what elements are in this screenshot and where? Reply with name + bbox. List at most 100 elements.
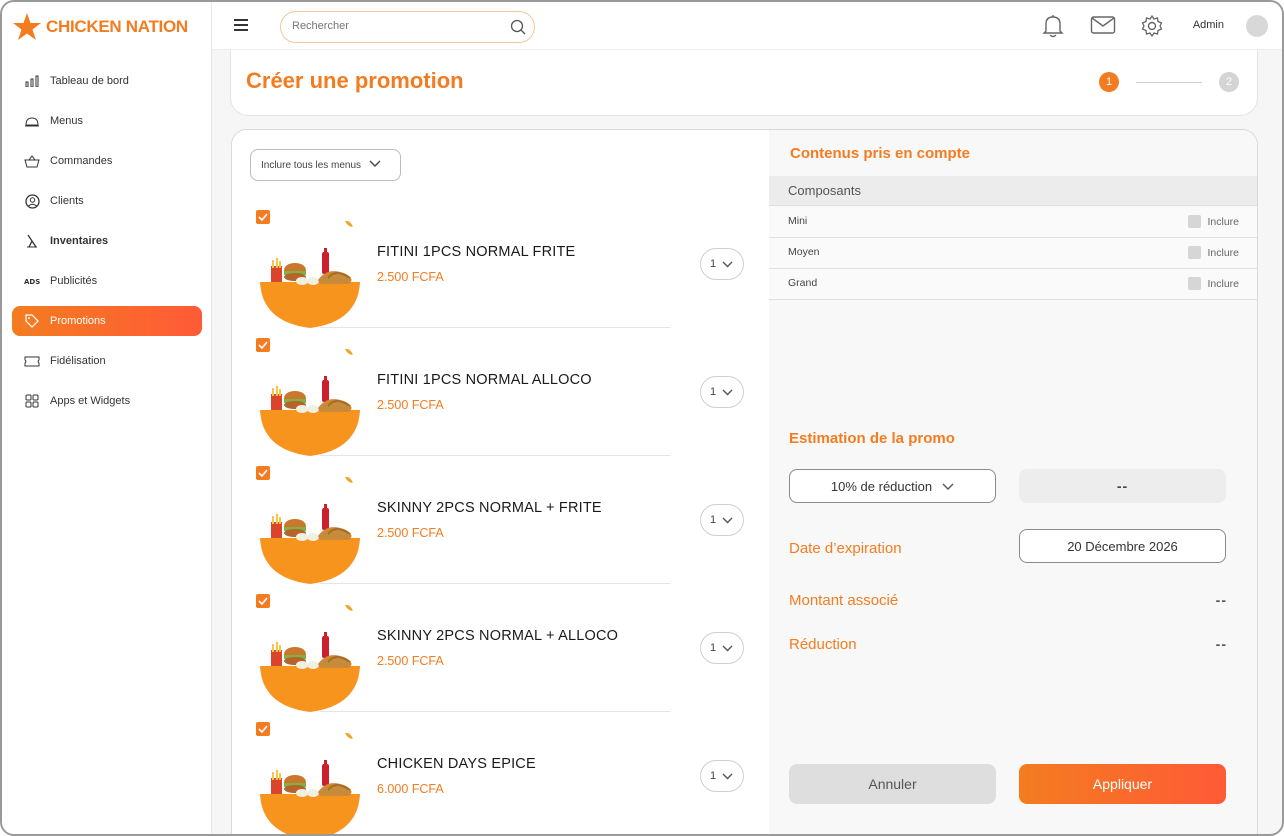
- component-name: Moyen: [788, 246, 820, 258]
- sidebar-item-label: Publicités: [50, 275, 98, 287]
- checkmark-icon: [258, 213, 268, 221]
- promo-settings-pane: Contenus pris en compte Composants Mini …: [769, 130, 1257, 834]
- chevron-down-icon: [722, 389, 733, 395]
- reduction-value: --: [1215, 636, 1227, 652]
- chevron-down-icon: [722, 645, 733, 651]
- bell-icon[interactable]: [1042, 14, 1064, 43]
- leaf-icon: [344, 472, 356, 490]
- tag-icon: [24, 313, 40, 329]
- checkmark-icon: [258, 341, 268, 349]
- quantity-value: 1: [710, 258, 717, 270]
- sidebar-item-inventaires[interactable]: Inventaires: [12, 226, 202, 256]
- item-divider: [320, 327, 670, 328]
- quantity-select[interactable]: 1: [700, 248, 744, 280]
- menu-item-image: [260, 376, 360, 456]
- checkmark-icon: [258, 725, 268, 733]
- sidebar-item-label: Menus: [50, 115, 84, 127]
- cloche-icon: [24, 113, 40, 129]
- menu-list-pane: Inclure tous les menus FITINI 1PCS NORMA…: [232, 130, 769, 834]
- component-row: Mini Inclure: [769, 207, 1257, 238]
- menu-filter-label: Inclure tous les menus: [261, 159, 362, 171]
- sidebar-item-menus[interactable]: Menus: [12, 106, 202, 136]
- menu-item-checkbox[interactable]: [256, 210, 270, 224]
- sidebar-item-label: Inventaires: [50, 235, 109, 247]
- sidebar-item-tableau-de-bord[interactable]: Tableau de bord: [12, 66, 202, 96]
- cancel-button[interactable]: Annuler: [789, 764, 996, 804]
- sidebar-item-commandes[interactable]: Commandes: [12, 146, 202, 176]
- ads-icon: ADS: [24, 273, 40, 289]
- menu-item-checkbox[interactable]: [256, 466, 270, 480]
- sidebar-item-publicites[interactable]: ADS Publicités: [12, 266, 202, 296]
- sidebar-item-promotions[interactable]: Promotions: [12, 306, 202, 336]
- inventory-icon: [24, 233, 40, 249]
- checkbox-icon[interactable]: [1188, 215, 1202, 228]
- apply-button[interactable]: Appliquer: [1019, 764, 1226, 804]
- sidebar-item-label: Clients: [50, 195, 84, 207]
- menu-filter-dropdown[interactable]: Inclure tous les menus: [250, 149, 401, 181]
- quantity-select[interactable]: 1: [700, 376, 744, 408]
- avatar[interactable]: [1246, 15, 1268, 37]
- discount-value: 10% de réduction: [830, 478, 933, 494]
- menu-item: CHICKEN DAYS EPICE 6.000 FCFA 1: [232, 722, 769, 834]
- page-title: Créer une promotion: [246, 68, 464, 93]
- quantity-value: 1: [710, 770, 717, 782]
- menu-item-checkbox[interactable]: [256, 338, 270, 352]
- menu-item: FITINI 1PCS NORMAL FRITE 2.500 FCFA 1: [232, 210, 769, 338]
- mail-icon[interactable]: [1090, 14, 1116, 41]
- include-label: Inclure: [1207, 215, 1239, 228]
- discount-select[interactable]: 10% de réduction: [789, 469, 996, 503]
- checkbox-icon[interactable]: [1188, 246, 1202, 259]
- chevron-down-icon: [369, 160, 381, 171]
- checkbox-icon[interactable]: [1188, 277, 1202, 290]
- ticket-icon: [24, 353, 40, 369]
- promotion-form-card: Inclure tous les menus FITINI 1PCS NORMA…: [231, 129, 1258, 834]
- component-row: Moyen Inclure: [769, 238, 1257, 269]
- checkmark-icon: [258, 469, 268, 477]
- sidebar-item-apps-et-widgets[interactable]: Apps et Widgets: [12, 386, 202, 416]
- basket-icon: [24, 153, 40, 169]
- app-frame: CHICKEN NATION Tableau de bord Menus Com…: [0, 0, 1284, 836]
- amount-label: Montant associé: [789, 592, 899, 609]
- settings-gear-icon[interactable]: [1140, 14, 1164, 43]
- menu-item-image: [260, 760, 360, 834]
- include-checkbox[interactable]: Inclure: [1188, 277, 1239, 290]
- menu-item: FITINI 1PCS NORMAL ALLOCO 2.500 FCFA 1: [232, 338, 769, 466]
- menu-item-price: 2.500 FCFA: [377, 270, 444, 284]
- search-icon[interactable]: [510, 19, 526, 40]
- include-label: Inclure: [1207, 277, 1239, 290]
- component-row: Grand Inclure: [769, 269, 1257, 300]
- menu-item-checkbox[interactable]: [256, 722, 270, 736]
- include-label: Inclure: [1207, 246, 1239, 259]
- menu-item-checkbox[interactable]: [256, 594, 270, 608]
- include-checkbox[interactable]: Inclure: [1188, 246, 1239, 259]
- include-checkbox[interactable]: Inclure: [1188, 215, 1239, 228]
- hamburger-menu-icon[interactable]: [234, 19, 248, 31]
- sidebar-item-label: Tableau de bord: [50, 75, 129, 87]
- estimate-title: Estimation de la promo: [789, 430, 955, 447]
- menu-item-image: [260, 504, 360, 584]
- user-name[interactable]: Admin: [1193, 19, 1224, 31]
- menu-item-price: 2.500 FCFA: [377, 398, 444, 412]
- leaf-icon: [344, 600, 356, 618]
- estimate-value: --: [1019, 469, 1226, 503]
- sidebar-item-clients[interactable]: Clients: [12, 186, 202, 216]
- sidebar-item-fidelisation[interactable]: Fidélisation: [12, 346, 202, 376]
- menu-item: SKINNY 2PCS NORMAL + ALLOCO 2.500 FCFA 1: [232, 594, 769, 722]
- quantity-value: 1: [710, 642, 717, 654]
- grid-icon: [24, 393, 40, 409]
- reduction-label: Réduction: [789, 636, 857, 653]
- expiry-date-field[interactable]: 20 Décembre 2026: [1019, 529, 1226, 563]
- quantity-select[interactable]: 1: [700, 504, 744, 536]
- menu-item-name: CHICKEN DAYS EPICE: [377, 756, 536, 772]
- sidebar-nav: Tableau de bord Menus Commandes Clients …: [12, 66, 202, 426]
- leaf-icon: [344, 216, 356, 234]
- component-name: Mini: [788, 215, 808, 227]
- leaf-icon: [344, 728, 356, 746]
- quantity-select[interactable]: 1: [700, 760, 744, 792]
- brand-logo[interactable]: CHICKEN NATION: [12, 12, 188, 42]
- menu-item-price: 2.500 FCFA: [377, 526, 444, 540]
- search-input[interactable]: [292, 20, 492, 32]
- menu-item-name: FITINI 1PCS NORMAL ALLOCO: [377, 372, 592, 388]
- menu-item-price: 6.000 FCFA: [377, 782, 444, 796]
- quantity-select[interactable]: 1: [700, 632, 744, 664]
